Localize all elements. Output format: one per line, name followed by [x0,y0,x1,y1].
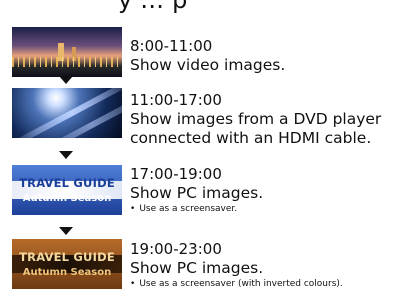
travel-guide-title: TRAVEL GUIDE [19,250,115,264]
schedule-description: Show PC images. [130,184,264,202]
schedule-entry: 11:00-17:00 Show images from a DVD playe… [130,91,381,148]
travel-guide-inverted-thumbnail: TRAVEL GUIDE Autumn Season [12,239,122,289]
down-arrow-icon [59,151,73,159]
schedule-time: 17:00-19:00 [130,165,222,183]
travel-guide-subtitle: Autumn Season [22,267,112,278]
schedule-entry: 17:00-19:00 Show PC images. • Use as a sc… [130,165,263,216]
down-arrow-icon [59,227,73,235]
schedule-note-text: Use as a screensaver (with inverted colo… [139,279,343,289]
bullet-icon: • [130,279,136,289]
schedule-time: 19:00-23:00 [130,240,222,258]
schedule-description: Show images from a DVD player [130,110,382,128]
schedule-description-line-2: connected with an HDMI cable. [130,129,372,147]
city-lights [12,57,122,67]
schedule-note: • Use as a screensaver (with inverted col… [130,278,343,291]
schedule-entry: 19:00-23:00 Show PC images. • Use as a sc… [130,240,343,291]
schedule-description: Show video images. [130,56,286,74]
schedule-time: 11:00-17:00 [130,91,222,109]
travel-guide-subtitle: Autumn Season [22,193,112,204]
schedule-entry: 8:00-11:00 Show video images. [130,37,285,75]
down-arrow-icon [59,76,73,84]
schedule-note: • Use as a screensaver. [130,203,263,216]
clipped-heading: y ... p [118,0,188,14]
schedule-description: Show PC images. [130,259,264,277]
bullet-icon: • [130,204,136,214]
city-night-thumbnail [12,27,122,77]
travel-guide-title: TRAVEL GUIDE [19,176,115,190]
schedule-note-text: Use as a screensaver. [139,204,238,214]
schedule-time: 8:00-11:00 [130,37,213,55]
travel-guide-thumbnail: TRAVEL GUIDE Autumn Season [12,165,122,215]
abstract-blue-thumbnail [12,88,122,138]
